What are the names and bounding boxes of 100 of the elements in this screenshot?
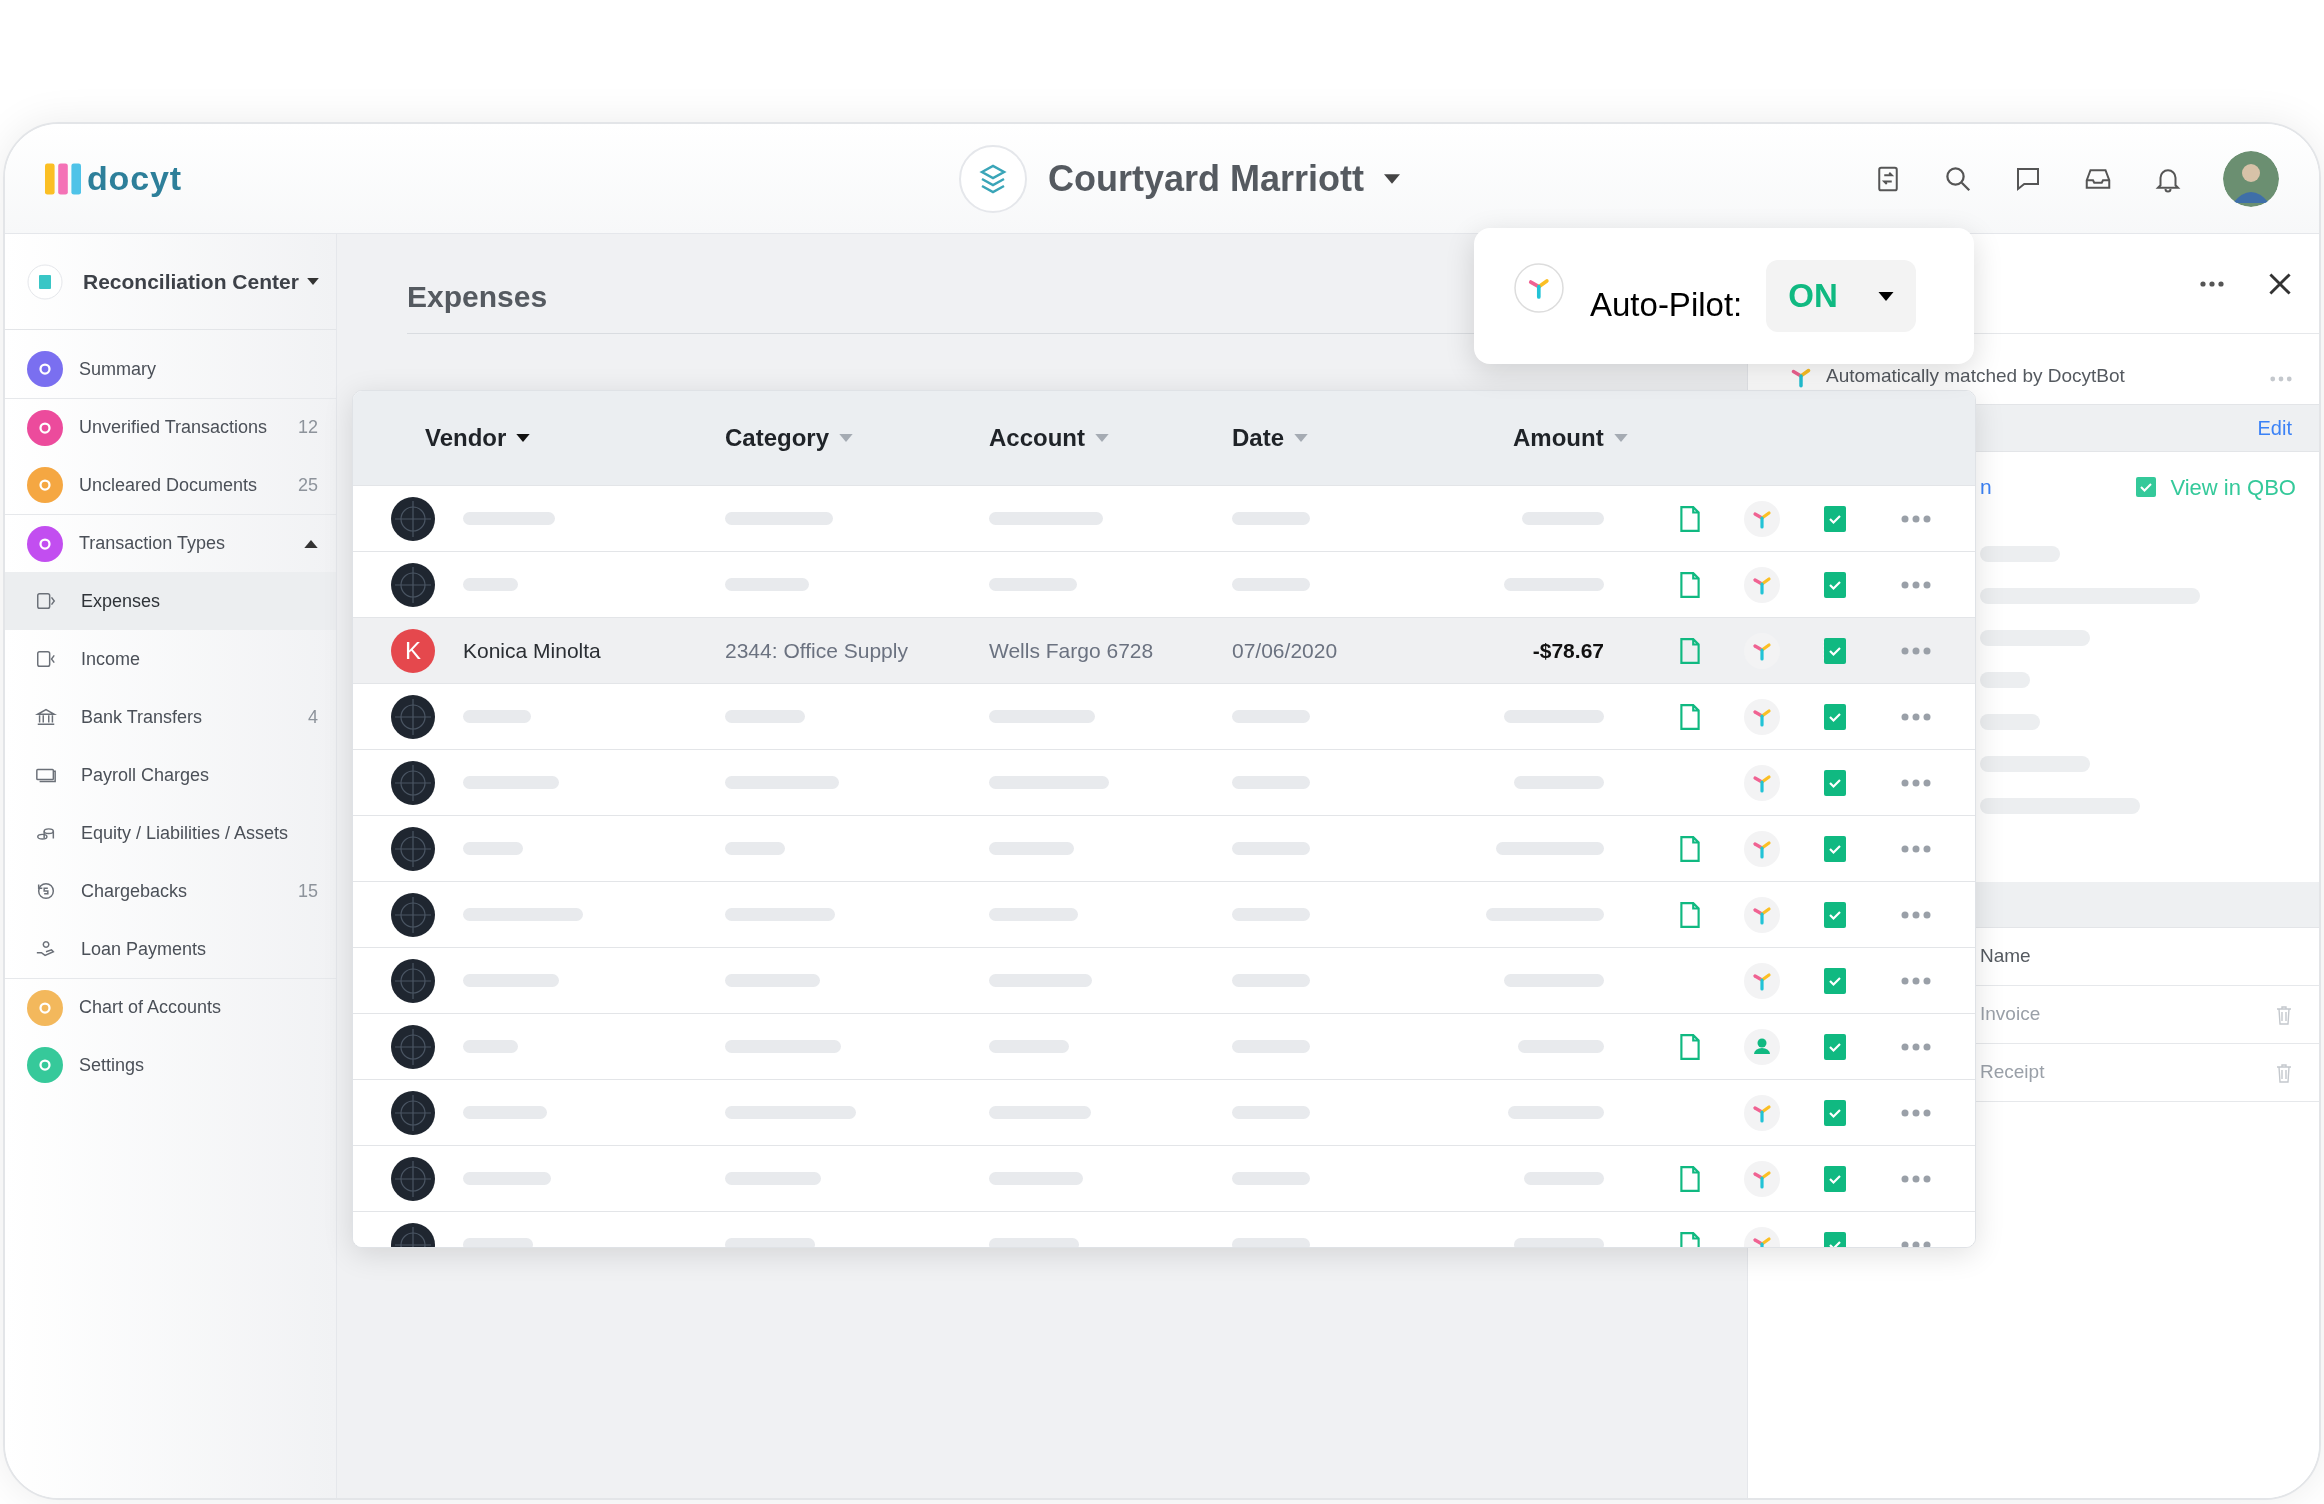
table-row[interactable] [353,1145,1975,1211]
vendor-avatar-icon [391,1024,435,1069]
more-icon[interactable] [2200,280,2224,287]
vendor-avatar-icon [391,562,435,607]
table-row[interactable] [353,551,1975,617]
verified-checkbox[interactable] [1823,834,1847,863]
table-row[interactable] [353,947,1975,1013]
sidebar-item[interactable]: Bank Transfers 4 [5,688,336,746]
vendor-avatar: K [391,628,435,673]
sidebar-item[interactable]: Payroll Charges [5,746,336,804]
vendor-avatar-icon [391,1090,435,1135]
caret-icon [1384,173,1400,184]
table-cell-text: -$78.67 [1532,637,1604,664]
sidebar-item[interactable]: Equity / Liabilities / Assets [5,804,336,862]
sidebar-item[interactable]: Expenses [5,572,336,630]
vendor-avatar-icon [391,892,435,937]
sidebar-item[interactable]: Loan Payments [5,920,336,978]
caret-icon [306,278,319,285]
document-icon[interactable] [1679,1032,1701,1061]
user-avatar[interactable] [2223,150,2279,207]
verified-checkbox[interactable] [1823,966,1847,995]
check-icon [2136,477,2157,497]
autopilot-icon[interactable] [1744,566,1780,603]
match-note: Automatically matched by DocytBot [1826,363,2126,388]
category-icon [35,706,57,728]
placeholder-bar [1980,714,2040,730]
vendor-avatar-icon [391,694,435,739]
count-label: 25 [297,473,318,497]
sidebar-item[interactable]: Summary [5,340,336,398]
autopilot-icon[interactable] [1744,830,1780,867]
category-icon [35,648,57,670]
verified-checkbox[interactable] [1823,1164,1847,1193]
table-row[interactable] [353,485,1975,551]
verified-checkbox[interactable] [1823,702,1847,731]
sidebar-item[interactable]: Income [5,630,336,688]
business-selector[interactable]: Courtyard Marriott [958,143,1400,214]
vendor-avatar-icon [391,760,435,805]
verified-checkbox[interactable] [1823,636,1847,665]
document-name: Invoice [1980,1002,2042,1027]
autopilot-label: Auto-Pilot: [1590,285,1743,326]
count-label: 15 [297,879,318,903]
autopilot-icon[interactable] [1744,698,1780,735]
close-icon[interactable] [2268,271,2292,296]
document-icon[interactable] [1679,504,1701,533]
verified-checkbox[interactable] [1823,1032,1847,1061]
vendor-avatar-icon [391,958,435,1003]
sidebar-item[interactable]: Unverified Transactions 12 [5,398,336,456]
table-cell-text: 2344: Office Supply [725,637,909,664]
placeholder-bar [1980,672,2030,688]
document-icon[interactable] [1679,636,1701,665]
sidebar-item[interactable]: Settings [5,1036,336,1094]
table-row[interactable] [353,815,1975,881]
column-header[interactable]: Amount [1513,420,1628,456]
verified-checkbox[interactable] [1823,900,1847,929]
table-row[interactable] [353,749,1975,815]
table-cell-text: 07/06/2020 [1232,637,1339,664]
document-icon[interactable] [1679,1164,1701,1193]
person-icon[interactable] [1744,1028,1780,1065]
workspace-selector[interactable]: Reconciliation Center [5,234,336,330]
count-label: 12 [297,416,318,439]
table-row[interactable] [353,683,1975,749]
table-row[interactable] [353,1013,1975,1079]
table-cell-text: Konica Minolta [463,637,602,664]
category-icon [35,880,57,902]
partial-link[interactable]: n [1980,471,2137,503]
column-header[interactable]: Account [989,420,1109,456]
document-icon[interactable] [1679,900,1701,929]
trash-icon[interactable] [2276,1004,2292,1025]
column-header[interactable]: Vendor [425,420,531,456]
vendor-avatar-icon [391,826,435,871]
column-header[interactable]: Date [1232,420,1309,456]
column-header[interactable]: Category [725,420,854,456]
caret-icon[interactable] [304,539,318,548]
document-name: Receipt [1980,1060,2046,1085]
count-label: 4 [308,705,318,729]
sidebar-item[interactable]: Chart of Accounts [5,978,336,1036]
trash-icon[interactable] [2276,1062,2292,1083]
document-icon[interactable] [1679,570,1701,599]
autopilot-icon[interactable] [1744,1094,1780,1131]
vendor-avatar-icon [391,496,435,541]
verified-checkbox[interactable] [1823,504,1847,533]
table-row[interactable]: K Konica Minolta 2344: Office Supply Wells Fargo 6728 07/06/2020 -$78.67 [353,617,1975,683]
autopilot-icon[interactable] [1744,764,1780,801]
table-row[interactable] [353,881,1975,947]
sidebar-item[interactable]: Chargebacks 15 [5,862,336,920]
category-icon [35,590,57,612]
verified-checkbox[interactable] [1823,570,1847,599]
table-cell-text: Wells Fargo 6728 [989,637,1155,664]
verified-checkbox[interactable] [1823,768,1847,797]
sidebar-item[interactable]: Uncleared Documents 25 [5,456,336,514]
autopilot-icon[interactable] [1744,1160,1780,1197]
autopilot-icon[interactable] [1744,500,1780,537]
caret-icon [1878,291,1895,301]
document-icon[interactable] [1679,834,1701,863]
verified-checkbox[interactable] [1823,1098,1847,1127]
autopilot-icon [1514,263,1564,313]
autopilot-icon[interactable] [1744,962,1780,999]
autopilot-icon[interactable] [1744,896,1780,933]
table-row[interactable] [353,1079,1975,1145]
document-icon[interactable] [1679,702,1701,731]
